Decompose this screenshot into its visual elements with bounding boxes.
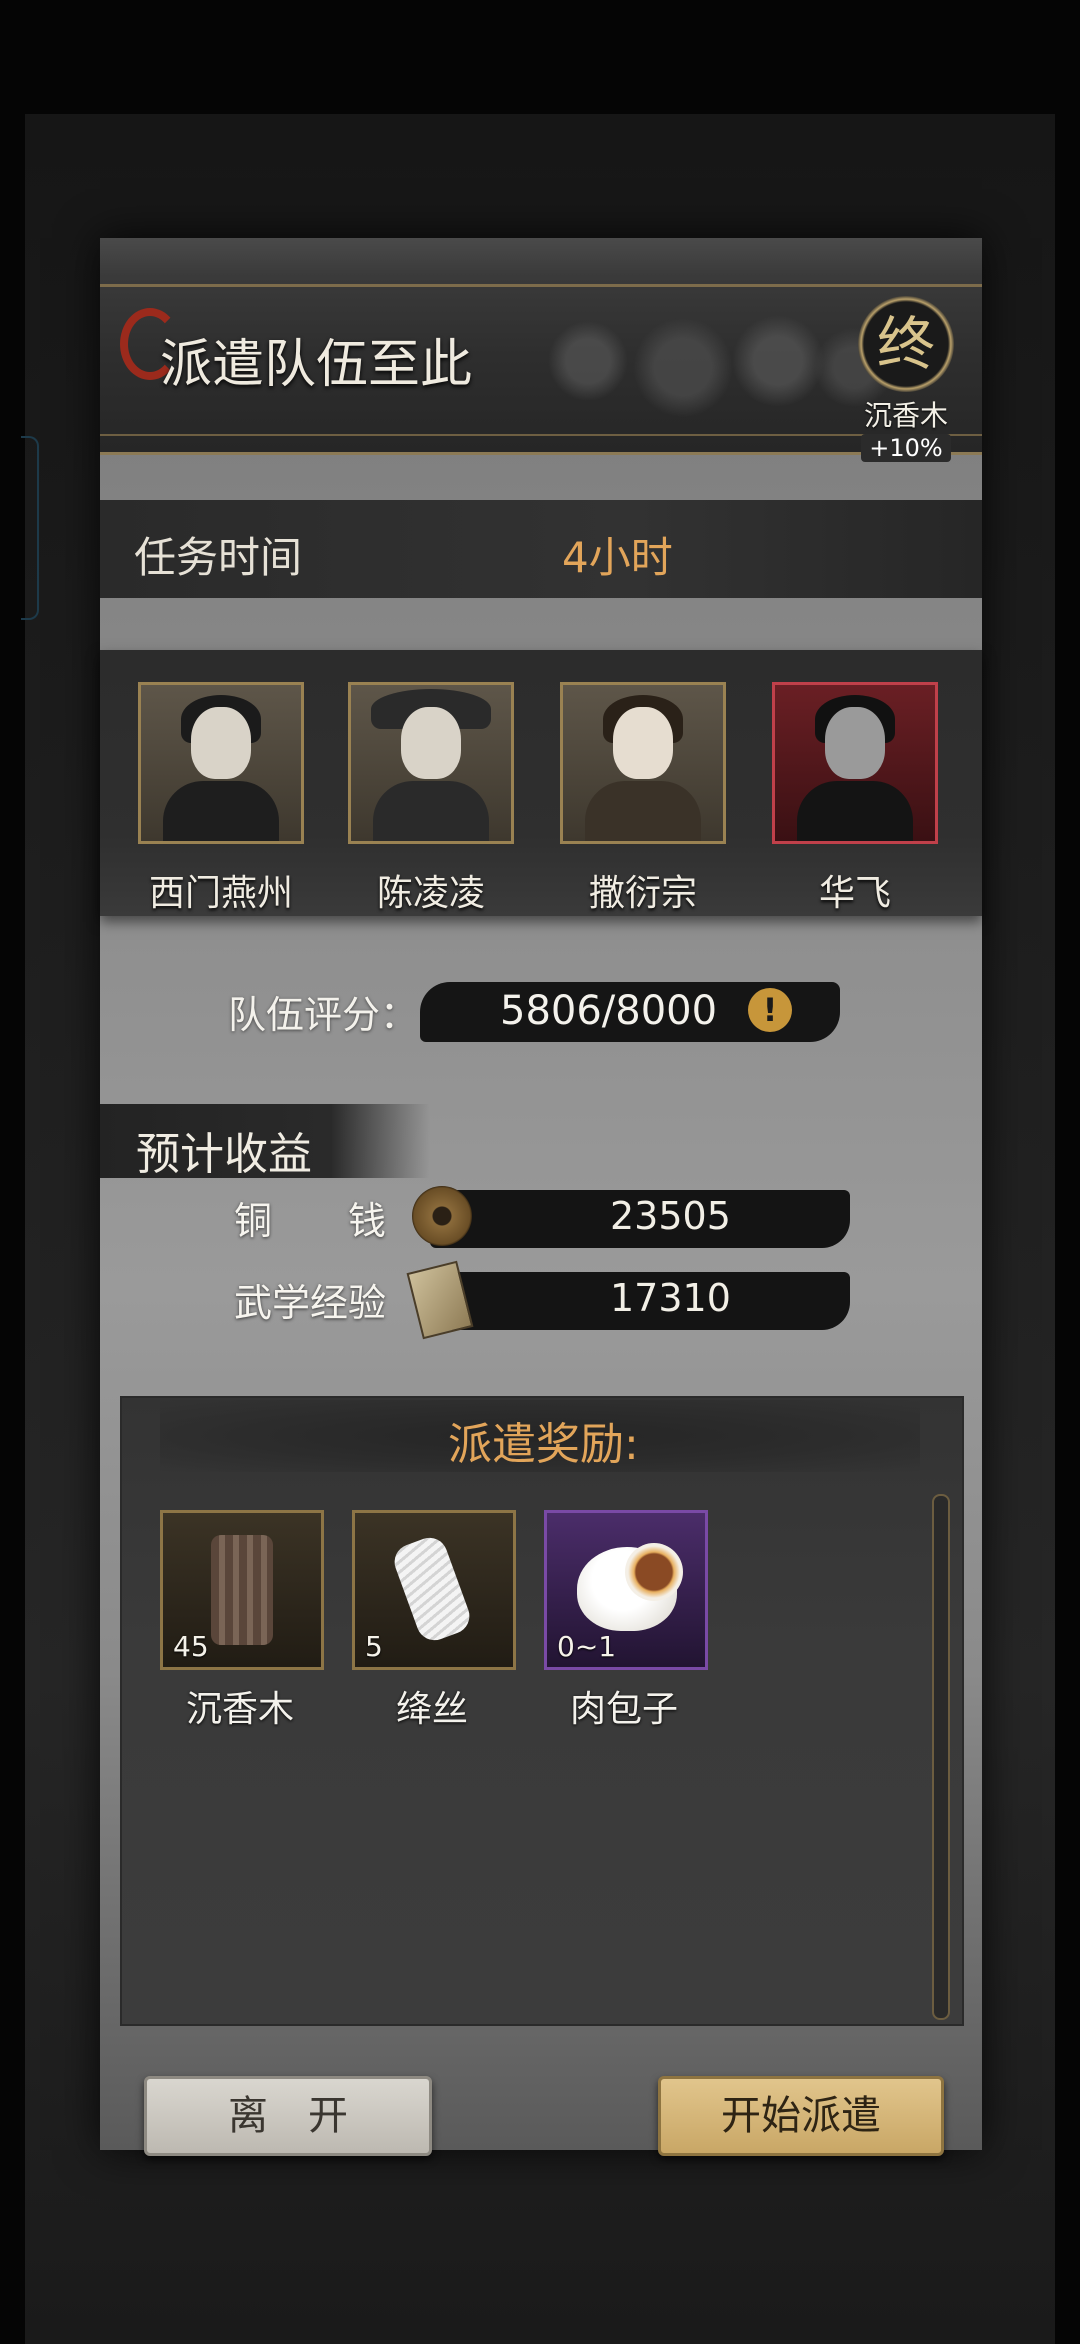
member-name: 华飞 — [818, 873, 891, 914]
reward-item[interactable]: 0~1 肉包子 — [544, 1510, 708, 1732]
rewards-title: 派遣奖励: — [448, 1419, 639, 1470]
reward-quantity: 5 — [365, 1630, 383, 1663]
copper-value: 23505 — [610, 1194, 731, 1238]
member-portrait — [138, 682, 304, 844]
team-member[interactable]: 华飞 — [770, 682, 940, 916]
reward-item-frame: 0~1 — [544, 1510, 708, 1670]
member-portrait — [560, 682, 726, 844]
team-score-label: 队伍评分： — [228, 993, 419, 1037]
warning-icon[interactable]: ! — [748, 988, 792, 1032]
bonus-percent: +10% — [861, 434, 951, 462]
task-time-row: 任务时间 4小时 — [100, 500, 982, 598]
cloud-pattern-decoration — [512, 296, 892, 426]
team-roster: 西门燕州 陈凌凌 撒衍宗 华飞 — [100, 650, 982, 916]
copper-label: 铜 钱 — [234, 1199, 387, 1243]
task-time-label: 任务时间 — [134, 533, 303, 582]
bonus-name: 沉香木 — [863, 399, 948, 432]
start-dispatch-button[interactable]: 开始派遣 — [658, 2076, 944, 2156]
reward-name: 沉香木 — [185, 1689, 294, 1730]
member-name: 西门燕州 — [148, 873, 293, 914]
member-name: 撒衍宗 — [588, 873, 697, 914]
reward-item-frame: 45 — [160, 1510, 324, 1670]
team-member[interactable]: 陈凌凌 — [346, 682, 516, 916]
leave-button[interactable]: 离 开 — [144, 2076, 432, 2156]
member-name: 陈凌凌 — [376, 873, 485, 914]
coin-icon — [412, 1186, 472, 1246]
task-time-value: 4小时 — [562, 533, 673, 582]
bonus-emblem-icon: 终 — [858, 296, 954, 392]
reward-name: 绛丝 — [395, 1689, 468, 1730]
team-score-value: 5806/8000 — [500, 988, 718, 1034]
rewards-scrollbar[interactable] — [932, 1494, 950, 2020]
reward-quantity: 0~1 — [557, 1630, 617, 1663]
silk-spool-icon — [389, 1532, 475, 1646]
panel-title: 派遣队伍至此 — [160, 335, 473, 395]
team-member[interactable]: 西门燕州 — [136, 682, 306, 916]
team-member[interactable]: 撒衍宗 — [558, 682, 728, 916]
reward-item[interactable]: 5 绛丝 — [352, 1510, 516, 1732]
bonus-badge[interactable]: 终 沉香木 +10% — [848, 292, 964, 462]
reward-item[interactable]: 45 沉香木 — [160, 1510, 324, 1732]
member-portrait — [348, 682, 514, 844]
exp-value: 17310 — [610, 1276, 731, 1320]
exp-label: 武学经验 — [234, 1281, 387, 1325]
reward-quantity: 45 — [173, 1630, 209, 1663]
agarwood-icon — [211, 1535, 273, 1645]
member-portrait — [772, 682, 938, 844]
edge-indicator — [21, 436, 39, 620]
reward-name: 肉包子 — [569, 1689, 678, 1730]
income-title: 预计收益 — [136, 1129, 312, 1180]
reward-item-frame: 5 — [352, 1510, 516, 1670]
